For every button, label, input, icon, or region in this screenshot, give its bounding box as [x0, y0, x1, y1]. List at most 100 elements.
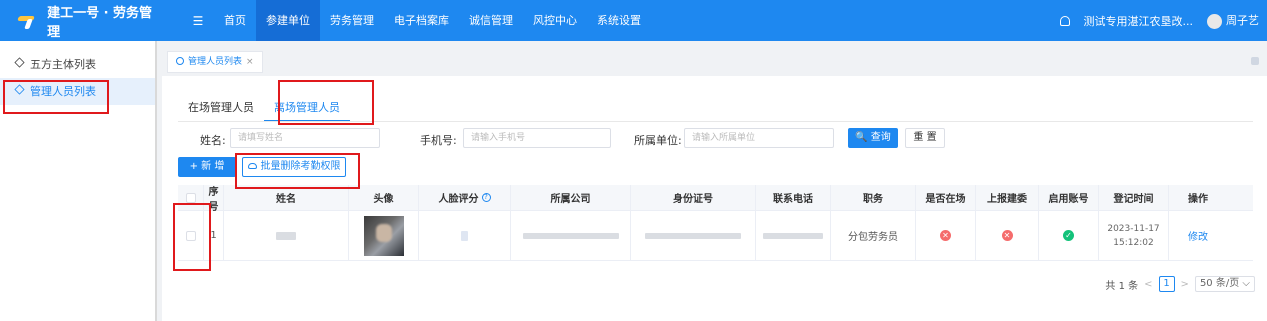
avatar[interactable]	[363, 215, 404, 256]
name-label: 姓名:	[200, 134, 226, 147]
nav-integrity-management[interactable]: 诚信管理	[459, 0, 523, 41]
row-account-enabled: ✓	[1039, 211, 1099, 260]
row-id-number	[631, 211, 756, 260]
page-tab-manager-list[interactable]: 管理人员列表 ×	[167, 51, 263, 73]
refresh-icon[interactable]	[176, 57, 184, 65]
sidebar: 五方主体列表 管理人员列表	[0, 41, 157, 321]
batch-delete-attendance-button[interactable]: 批量删除考勤权限	[242, 157, 346, 177]
redacted-company	[522, 232, 619, 239]
app-logo[interactable]: 建工一号 · 劳务管理	[0, 0, 160, 41]
row-reported: ✕	[976, 211, 1039, 260]
row-checkbox-cell	[178, 211, 204, 260]
col-company: 所属公司	[511, 185, 631, 210]
phone-input[interactable]: 请输入手机号	[463, 128, 611, 148]
row-company	[511, 211, 631, 260]
name-input[interactable]: 请填写姓名	[230, 128, 380, 148]
org-switcher[interactable]: 测试专用湛江农垦改...	[1084, 13, 1194, 29]
chevron-down-icon: ⌵	[1242, 278, 1250, 289]
table-header: 序号 姓名 头像 人脸评分? 所属公司 身份证号 联系电话 职务 是否在场 上报…	[178, 185, 1253, 213]
col-id-number: 身份证号	[631, 185, 756, 210]
bell-icon[interactable]	[1059, 15, 1070, 26]
col-avatar: 头像	[349, 185, 419, 210]
col-account-enabled: 启用账号	[1039, 185, 1099, 210]
reg-time: 15:12:02	[1113, 237, 1154, 248]
help-icon[interactable]: ?	[481, 193, 491, 202]
row-checkbox[interactable]	[185, 230, 196, 241]
user-menu[interactable]: 周子艺	[1207, 12, 1259, 29]
subtab-divider	[178, 121, 1253, 122]
sidebar-item-label: 五方主体列表	[30, 58, 96, 71]
no-status-icon: ✕	[940, 230, 951, 241]
nav-electronic-archive[interactable]: 电子档案库	[384, 0, 459, 41]
row-on-site: ✕	[916, 211, 976, 260]
col-action: 操作	[1188, 194, 1208, 205]
close-icon[interactable]: ×	[246, 57, 254, 67]
main-content: 在场管理人员 离场管理人员 姓名: 请填写姓名 手机号: 请输入手机号 所属单位…	[162, 76, 1267, 321]
tab-off-site-managers[interactable]: 离场管理人员	[264, 98, 350, 122]
layers-icon	[14, 57, 25, 68]
top-right-area: 测试专用湛江农垦改... 周子艺	[1059, 0, 1259, 41]
page-number[interactable]: 1	[1158, 276, 1175, 292]
company-label: 所属单位:	[634, 134, 682, 147]
nav-system-settings[interactable]: 系统设置	[587, 0, 651, 41]
redacted-name	[276, 231, 296, 240]
reg-date: 2023-11-17	[1107, 223, 1160, 234]
main-nav: 首页 参建单位 劳务管理 电子档案库 诚信管理 风控中心 系统设置	[214, 0, 651, 41]
logo-icon	[18, 14, 39, 28]
page-size-select[interactable]: 50 条/页 ⌵	[1194, 276, 1255, 292]
nav-labor-management[interactable]: 劳务管理	[320, 0, 384, 41]
check-status-icon: ✓	[1063, 230, 1074, 241]
reset-button[interactable]: 重 置	[905, 128, 945, 148]
lock-icon[interactable]	[1251, 57, 1259, 65]
col-face-score-label: 人脸评分	[438, 194, 479, 205]
row-avatar	[349, 211, 419, 260]
row-reg-time: 2023-11-17 15:12:02	[1099, 211, 1169, 260]
layers-icon	[14, 84, 25, 95]
company-input[interactable]: 请输入所属单位	[684, 128, 834, 148]
subtab-bar: 在场管理人员 离场管理人员	[178, 98, 350, 122]
page-tab-bar: 管理人员列表 ×	[162, 47, 1267, 75]
sidebar-item-label: 管理人员列表	[30, 85, 96, 98]
page-tab-label: 管理人员列表	[188, 57, 243, 67]
row-position: 分包劳务员	[831, 211, 916, 260]
page-size-value: 50 条/页	[1199, 278, 1240, 289]
row-name	[224, 211, 349, 260]
query-button[interactable]: 🔍 查询	[848, 128, 898, 148]
col-reported: 上报建委	[976, 185, 1039, 210]
nav-participating-units[interactable]: 参建单位	[256, 0, 320, 41]
redacted-phone	[763, 232, 823, 239]
col-position: 职务	[831, 185, 916, 210]
nav-home[interactable]: 首页	[214, 0, 256, 41]
prev-page-icon[interactable]: <	[1144, 279, 1152, 290]
batch-delete-label: 批量删除考勤权限	[260, 161, 341, 172]
col-on-site: 是否在场	[916, 185, 976, 210]
col-name: 姓名	[224, 185, 349, 210]
col-phone: 联系电话	[756, 185, 831, 210]
sidebar-item-five-party-list[interactable]: 五方主体列表	[0, 51, 155, 78]
add-button[interactable]: + 新 增	[178, 157, 236, 177]
avatar	[1207, 13, 1222, 29]
next-page-icon[interactable]: >	[1181, 279, 1189, 290]
select-all-checkbox[interactable]	[185, 192, 196, 203]
pagination: 共 1 条 < 1 > 50 条/页 ⌵	[1105, 276, 1255, 292]
phone-label: 手机号:	[420, 134, 457, 147]
redacted-face-score	[461, 230, 468, 241]
no-status-icon: ✕	[1001, 230, 1013, 241]
nav-risk-center[interactable]: 风控中心	[523, 0, 587, 41]
col-index: 序号	[204, 185, 224, 213]
app-title: 建工一号 · 劳务管理	[47, 5, 153, 40]
col-face-score: 人脸评分?	[419, 185, 511, 210]
edit-link[interactable]: 修改	[1188, 228, 1208, 243]
tab-on-site-managers[interactable]: 在场管理人员	[178, 98, 264, 122]
total-count: 共 1 条	[1105, 280, 1139, 292]
row-index: 1	[204, 211, 224, 260]
redacted-id-number	[645, 232, 741, 239]
row-action: 修改	[1169, 211, 1227, 260]
user-name: 周子艺	[1226, 14, 1259, 28]
col-reg-time: 登记时间	[1099, 185, 1169, 210]
cloud-icon	[247, 163, 257, 169]
table-row[interactable]: 1 分包劳务员 ✕ ✕ ✓ 2023-11-17 15:12:02 修改	[178, 211, 1253, 261]
top-navbar: 建工一号 · 劳务管理 ☰ 首页 参建单位 劳务管理 电子档案库 诚信管理 风控…	[0, 0, 1267, 41]
sidebar-item-manager-list[interactable]: 管理人员列表	[0, 78, 155, 105]
menu-toggle-icon[interactable]: ☰	[182, 14, 214, 28]
